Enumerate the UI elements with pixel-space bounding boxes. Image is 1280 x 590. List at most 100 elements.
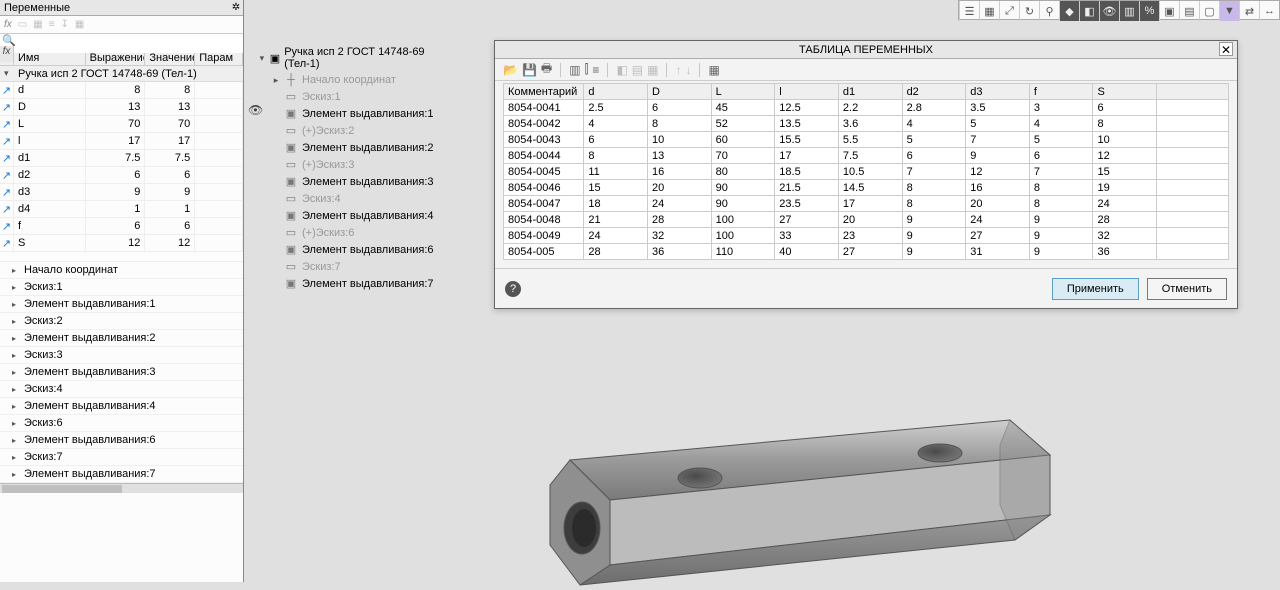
tree-item[interactable]: ▭Эскиз:4 xyxy=(258,190,458,207)
cell[interactable]: 20 xyxy=(966,196,1030,212)
feature-node[interactable]: Эскиз:2 xyxy=(0,313,243,330)
var-expr[interactable]: 6 xyxy=(86,218,146,234)
tree-item[interactable]: ▭Эскиз:1 xyxy=(258,88,458,105)
tb-icon[interactable]: ☰ xyxy=(959,1,979,21)
var-expr[interactable]: 13 xyxy=(86,99,146,115)
tool-icon[interactable]: ▦ xyxy=(647,63,658,77)
tb-icon[interactable]: % xyxy=(1139,1,1159,21)
cell[interactable]: 5 xyxy=(1029,132,1093,148)
cell[interactable]: 13 xyxy=(648,148,712,164)
cell[interactable]: 9 xyxy=(1029,228,1093,244)
tool-icon[interactable]: ↑ xyxy=(675,63,681,77)
cell[interactable]: 15 xyxy=(584,180,648,196)
table-row[interactable]: 8054-004924321003323927932 xyxy=(504,228,1229,244)
cell[interactable]: 28 xyxy=(648,212,712,228)
cell[interactable]: 80 xyxy=(711,164,775,180)
tree-item[interactable]: ▣Элемент выдавливания:1 xyxy=(258,105,458,122)
tool-icon[interactable]: ▤ xyxy=(632,63,643,77)
cell[interactable]: 20 xyxy=(838,212,902,228)
tree-item[interactable]: ▣Элемент выдавливания:2 xyxy=(258,139,458,156)
table-row[interactable]: 8054-004615209021.514.5816819 xyxy=(504,180,1229,196)
cell[interactable]: 7.5 xyxy=(838,148,902,164)
cell[interactable]: 17 xyxy=(838,196,902,212)
cell[interactable]: 5 xyxy=(902,132,966,148)
cell[interactable]: 21 xyxy=(584,212,648,228)
cell[interactable]: 3.5 xyxy=(966,100,1030,116)
cell[interactable]: 24 xyxy=(584,228,648,244)
cell[interactable]: 27 xyxy=(838,244,902,260)
var-expr[interactable]: 12 xyxy=(86,235,146,251)
cell[interactable]: 8054-0044 xyxy=(504,148,584,164)
cell[interactable]: 8054-0046 xyxy=(504,180,584,196)
tool-icon[interactable]: ▥ xyxy=(569,63,580,77)
cell[interactable]: 28 xyxy=(584,244,648,260)
close-icon[interactable]: ✕ xyxy=(1219,42,1233,56)
cell[interactable]: 2.2 xyxy=(838,100,902,116)
table-row[interactable]: 8054-004481370177.569612 xyxy=(504,148,1229,164)
tool-icon[interactable]: ↓ xyxy=(685,63,691,77)
feature-node[interactable]: Эскиз:4 xyxy=(0,381,243,398)
tree-item[interactable]: ▸┼Начало координат xyxy=(258,72,458,88)
cell[interactable]: 36 xyxy=(1093,244,1157,260)
cell[interactable]: 8 xyxy=(584,148,648,164)
chevron-right-icon[interactable]: ▸ xyxy=(272,75,280,86)
col-header[interactable]: L xyxy=(711,84,775,100)
cell[interactable]: 8 xyxy=(1029,180,1093,196)
cell[interactable]: 8054-0042 xyxy=(504,116,584,132)
cell[interactable]: 28 xyxy=(1093,212,1157,228)
var-expr[interactable]: 70 xyxy=(86,116,146,132)
feature-node[interactable]: Эскиз:3 xyxy=(0,347,243,364)
tb-icon[interactable]: ▣ xyxy=(1159,1,1179,21)
cell[interactable]: 36 xyxy=(648,244,712,260)
cell[interactable]: 10.5 xyxy=(838,164,902,180)
tb-icon[interactable]: ▢ xyxy=(1199,1,1219,21)
help-icon[interactable]: ? xyxy=(505,281,521,297)
cell[interactable]: 19 xyxy=(1093,180,1157,196)
cell[interactable]: 16 xyxy=(966,180,1030,196)
cell[interactable]: 100 xyxy=(711,212,775,228)
tb-icon[interactable]: ◆ xyxy=(1059,1,1079,21)
print-icon[interactable]: 🖶 xyxy=(541,59,552,80)
table-row[interactable]: 8054-00528361104027931936 xyxy=(504,244,1229,260)
cell[interactable]: 20 xyxy=(648,180,712,196)
tb-icon[interactable]: 👁 xyxy=(1099,1,1119,21)
cell[interactable]: 7 xyxy=(902,164,966,180)
cell[interactable]: 110 xyxy=(711,244,775,260)
tool-icon[interactable]: ◧ xyxy=(616,63,627,77)
tree-item[interactable]: ▣Элемент выдавливания:3 xyxy=(258,173,458,190)
col-header[interactable]: S xyxy=(1093,84,1157,100)
var-row[interactable]: ↗L7070 xyxy=(0,116,243,133)
cell[interactable]: 4 xyxy=(584,116,648,132)
cell[interactable]: 40 xyxy=(775,244,839,260)
cell[interactable]: 9 xyxy=(966,148,1030,164)
table-row[interactable]: 8054-00436106015.55.557510 xyxy=(504,132,1229,148)
tool-icon[interactable]: ▭ xyxy=(18,19,27,30)
filter-icon[interactable]: ▼ xyxy=(1219,1,1239,21)
table-row[interactable]: 8054-0042485213.53.64548 xyxy=(504,116,1229,132)
cell[interactable]: 8 xyxy=(902,180,966,196)
col-header[interactable]: l xyxy=(775,84,839,100)
feature-node[interactable]: Эскиз:7 xyxy=(0,449,243,466)
feature-node[interactable]: Элемент выдавливания:1 xyxy=(0,296,243,313)
feature-node[interactable]: Эскиз:1 xyxy=(0,279,243,296)
cell[interactable]: 90 xyxy=(711,180,775,196)
tool-icon[interactable]: ▦ xyxy=(33,19,42,30)
feature-node[interactable]: Эскиз:6 xyxy=(0,415,243,432)
cell[interactable]: 32 xyxy=(648,228,712,244)
tree-item[interactable]: ▣Элемент выдавливания:4 xyxy=(258,207,458,224)
feature-node[interactable]: Элемент выдавливания:4 xyxy=(0,398,243,415)
col-header[interactable]: f xyxy=(1029,84,1093,100)
cell[interactable]: 23 xyxy=(838,228,902,244)
var-expr[interactable]: 1 xyxy=(86,201,146,217)
open-icon[interactable]: 📂 xyxy=(503,63,518,77)
cell[interactable]: 10 xyxy=(648,132,712,148)
cell[interactable]: 11 xyxy=(584,164,648,180)
cell[interactable]: 27 xyxy=(966,228,1030,244)
cell[interactable]: 90 xyxy=(711,196,775,212)
var-expr[interactable]: 6 xyxy=(86,167,146,183)
col-header[interactable]: D xyxy=(648,84,712,100)
feature-node[interactable]: Элемент выдавливания:3 xyxy=(0,364,243,381)
tool-icon[interactable]: ≡ xyxy=(592,63,599,77)
tb-icon[interactable]: ▦ xyxy=(979,1,999,21)
cell[interactable]: 4 xyxy=(1029,116,1093,132)
